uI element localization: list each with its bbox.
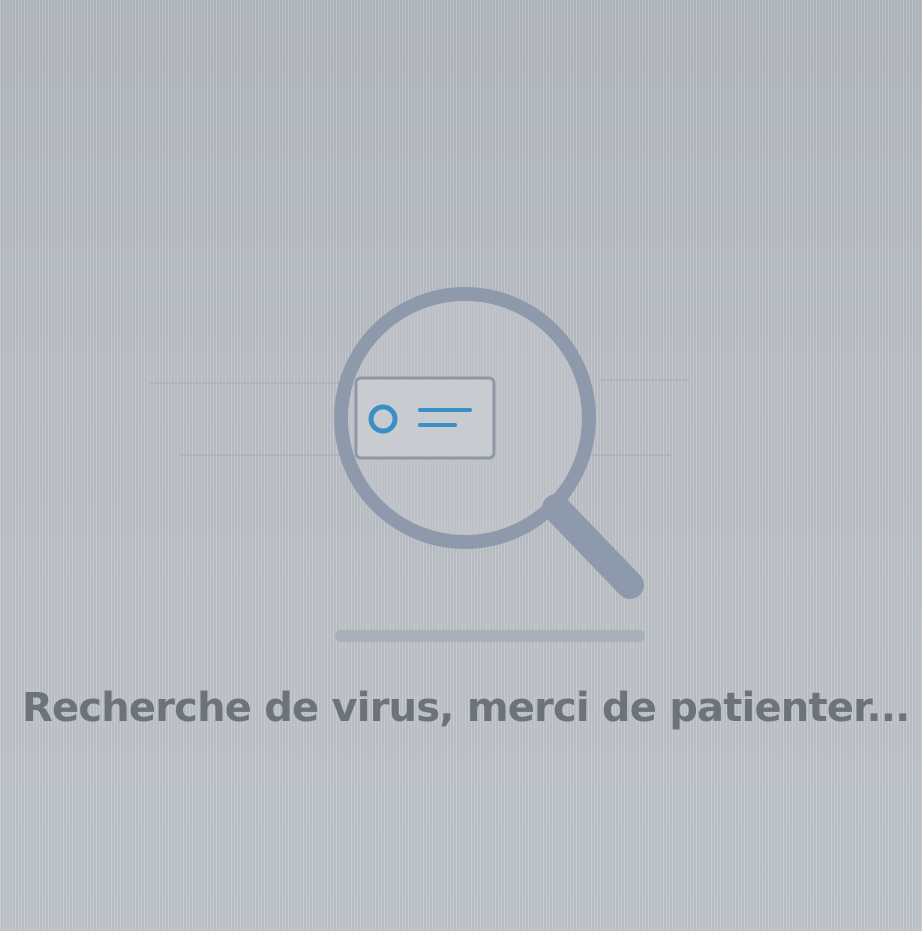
- scan-status-message: Recherche de virus, merci de patienter..…: [22, 685, 910, 731]
- document-card-icon: [354, 376, 496, 460]
- virus-scan-screen: Recherche de virus, merci de patienter..…: [0, 0, 922, 931]
- scan-illustration: [150, 287, 690, 642]
- magnifier-handle: [542, 494, 644, 599]
- magnifier-shadow: [335, 630, 645, 642]
- magnifier-icon: [334, 287, 644, 599]
